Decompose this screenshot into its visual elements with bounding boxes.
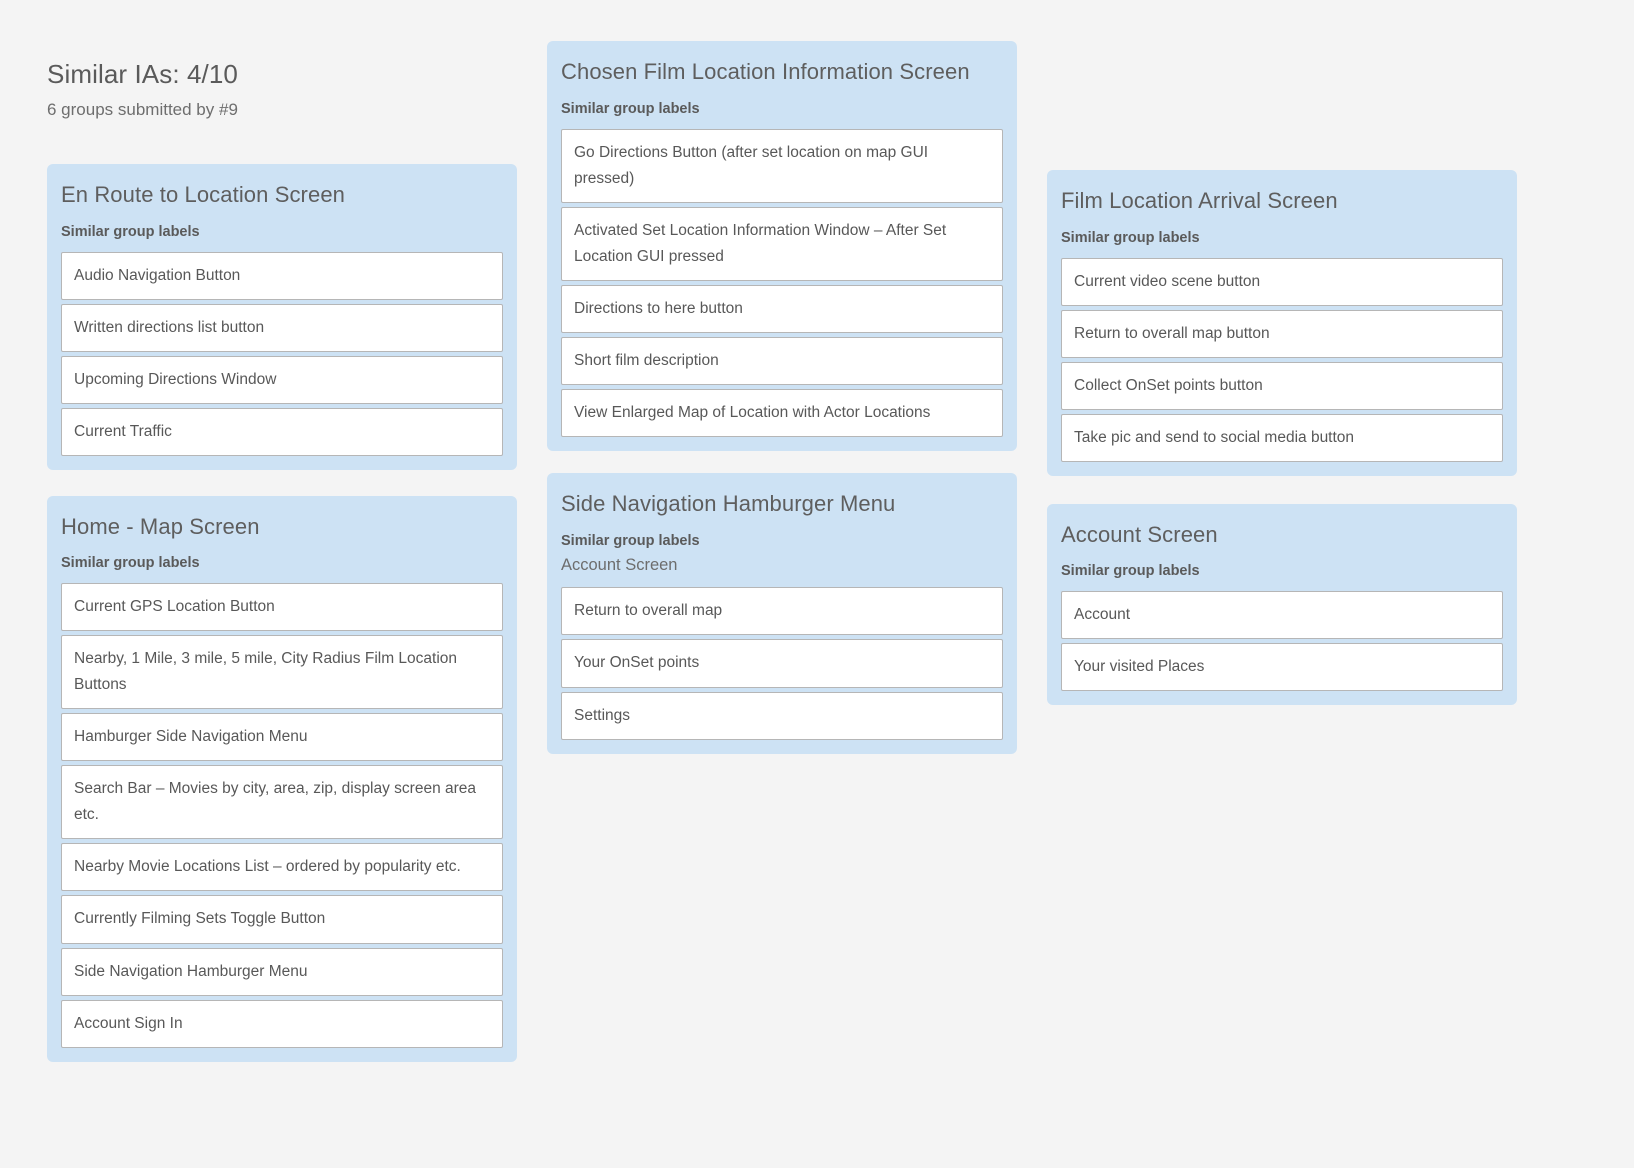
label-list: Current GPS Location Button Nearby, 1 Mil… [61,583,503,1048]
similar-group-labels-heading: Similar group labels [1061,563,1200,580]
label-list-item[interactable]: Upcoming Directions Window [61,355,503,404]
label-list-item[interactable]: Settings [561,691,1003,740]
label-list-item[interactable]: Return to overall map button [1061,309,1503,358]
label-list-item[interactable]: Your visited Places [1061,643,1503,692]
label-list: Return to overall map Your OnSet points Se… [561,587,1003,740]
label-list-item[interactable]: Current video scene button [1061,257,1503,306]
label-list: Current video scene button Return to over… [1061,257,1503,462]
screen-card-subtitle: Account Screen [561,556,678,575]
label-list-item[interactable]: Activated Set Location Information Windo… [561,206,1003,281]
label-list: Account Your visited Places [1061,591,1503,692]
similar-group-labels-heading: Similar group labels [61,555,200,572]
label-list-item[interactable]: Go Directions Button (after set location… [561,128,1003,203]
screen-card: Chosen Film Location Information Screen S… [547,41,1017,451]
label-list-item[interactable]: Search Bar – Movies by city, area, zip, … [61,765,503,840]
label-list-item[interactable]: Directions to here button [561,284,1003,333]
screen-card-title: Film Location Arrival Screen [1061,188,1338,213]
label-list-item[interactable]: Hamburger Side Navigation Menu [61,713,503,762]
screen-card: Film Location Arrival Screen Similar grou… [1047,170,1517,476]
label-list-item[interactable]: Nearby Movie Locations List – ordered by… [61,843,503,892]
label-list: Audio Navigation Button Written direction… [61,251,503,456]
similar-group-labels-heading: Similar group labels [1061,229,1200,246]
screen-card-title: En Route to Location Screen [61,182,345,207]
label-list-item[interactable]: Your OnSet points [561,639,1003,688]
screen-card-title: Side Navigation Hamburger Menu [561,490,896,516]
label-list-item[interactable]: View Enlarged Map of Location with Actor… [561,388,1003,437]
label-list-item[interactable]: Take pic and send to social media button [1061,413,1503,462]
screen-card: Side Navigation Hamburger Menu Similar gr… [547,472,1017,754]
label-list: Go Directions Button (after set location… [561,128,1003,437]
screen-card-title: Chosen Film Location Information Screen [561,59,970,84]
label-list-item[interactable]: Written directions list button [61,303,503,352]
screen-card-title: Account Screen [1061,521,1218,547]
label-list-item[interactable]: Nearby, 1 Mile, 3 mile, 5 mile, City Rad… [61,635,503,710]
label-list-item[interactable]: Currently Filming Sets Toggle Button [61,895,503,944]
screen-card-title: Home - Map Screen [61,513,260,539]
label-list-item[interactable]: Account Sign In [61,999,503,1048]
similar-group-labels-heading: Similar group labels [561,532,700,549]
label-list-item[interactable]: Short film description [561,336,1003,385]
card-column-3: Film Location Arrival Screen Similar grou… [1047,0,1517,733]
similar-group-labels-heading: Similar group labels [561,100,700,117]
card-column-1: En Route to Location Screen Similar group… [47,0,517,1088]
label-list-item[interactable]: Current Traffic [61,407,503,456]
screen-card: En Route to Location Screen Similar group… [47,164,517,470]
card-column-2: Chosen Film Location Information Screen S… [547,0,1017,776]
screen-card: Home - Map Screen Similar group labels Cur… [47,495,517,1062]
label-list-item[interactable]: Current GPS Location Button [61,583,503,632]
screen-card: Account Screen Similar group labels Accoun… [1047,503,1517,706]
label-list-item[interactable]: Account [1061,591,1503,640]
label-list-item[interactable]: Audio Navigation Button [61,251,503,300]
label-list-item[interactable]: Return to overall map [561,587,1003,636]
label-list-item[interactable]: Side Navigation Hamburger Menu [61,947,503,996]
label-list-item[interactable]: Collect OnSet points button [1061,361,1503,410]
page-root: Similar IAs: 4/10 6 groups submitted by … [0,0,1634,1168]
card-grid: En Route to Location Screen Similar group… [47,0,1547,1088]
similar-group-labels-heading: Similar group labels [61,223,200,240]
